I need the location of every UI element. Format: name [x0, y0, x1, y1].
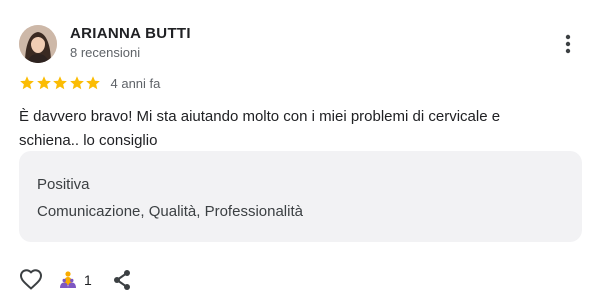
- review-highlights: Positiva Comunicazione, Qualità, Profess…: [19, 151, 582, 242]
- star-icon: [53, 76, 67, 90]
- rating-row: 4 anni fa: [19, 75, 160, 91]
- author-name[interactable]: ARIANNA BUTTI: [70, 25, 191, 42]
- review-date: 4 anni fa: [110, 75, 161, 91]
- star-icon: [36, 76, 51, 90]
- star-icon: [20, 76, 34, 90]
- more-options-button[interactable]: [556, 32, 580, 56]
- highlight-title: Positiva: [37, 176, 90, 193]
- avatar[interactable]: [19, 25, 57, 63]
- more-vert-icon: [565, 34, 571, 54]
- heart-icon: [20, 269, 42, 290]
- review-count: 8 recensioni: [70, 45, 141, 60]
- reaction-button[interactable]: 1: [57, 268, 92, 292]
- avatar-image: [19, 25, 57, 63]
- star-rating: [19, 75, 102, 91]
- share-icon: [114, 270, 130, 290]
- review-text-line: È davvero bravo! Mi sta aiutando molto c…: [19, 108, 501, 125]
- review-text-line: schiena.. lo consiglio: [19, 132, 158, 149]
- star-icon: [69, 76, 84, 90]
- like-button[interactable]: [19, 268, 43, 292]
- reaction-count: 1: [84, 272, 92, 288]
- review-text: È davvero bravo! Mi sta aiutando molto c…: [19, 105, 564, 153]
- celebrate-icon: [60, 271, 76, 288]
- share-button[interactable]: [111, 268, 133, 292]
- star-icon: [86, 76, 100, 90]
- highlight-value: Comunicazione, Qualità, Professionalità: [37, 203, 303, 220]
